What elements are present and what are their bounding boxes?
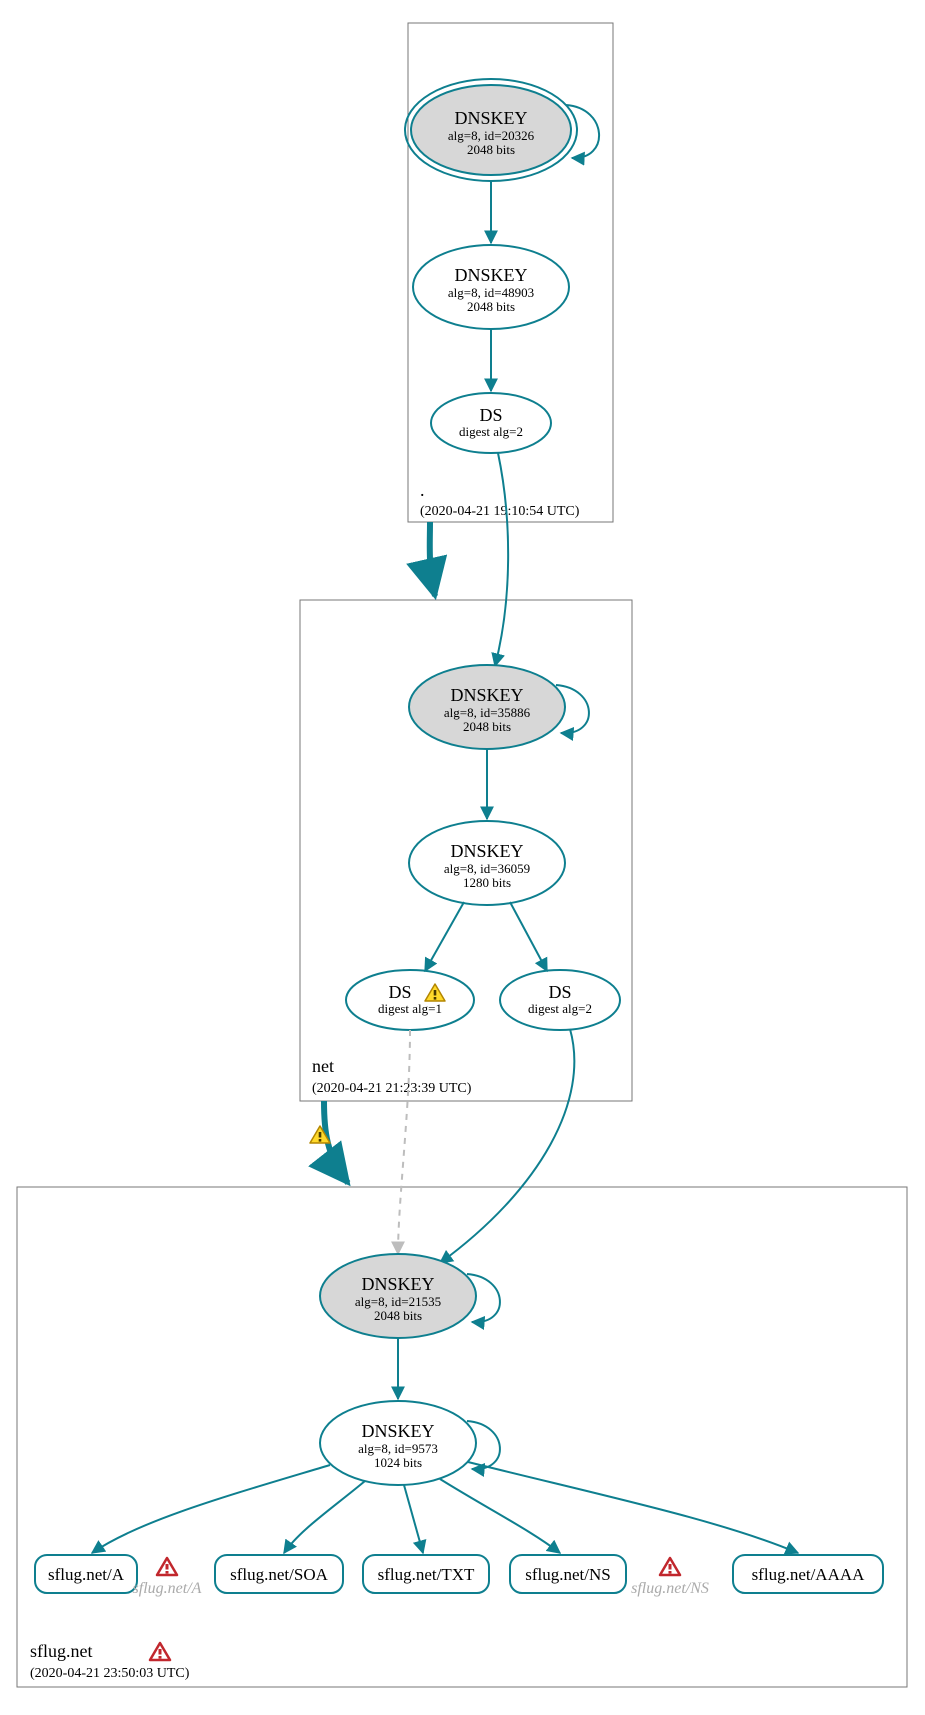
rr-label: sflug.net/SOA <box>230 1565 328 1584</box>
edge-net-zsk-ds1 <box>425 902 464 971</box>
rr-sflug-soa[interactable]: sflug.net/SOA <box>215 1555 343 1593</box>
zone-ts-root: (2020-04-21 19:10:54 UTC) <box>420 504 580 519</box>
edge-root-ds-net-ksk <box>495 453 508 666</box>
node-net-zsk[interactable]: DNSKEY alg=8, id=36059 1280 bits <box>409 821 565 905</box>
edge-zsk-ns <box>440 1479 560 1553</box>
rr-label-faded: sflug.net/NS <box>631 1580 709 1597</box>
zone-ts-sflug: (2020-04-21 23:50:03 UTC) <box>30 1666 190 1681</box>
rr-label: sflug.net/TXT <box>378 1565 475 1584</box>
node-net-ksk[interactable]: DNSKEY alg=8, id=35886 2048 bits <box>409 665 565 749</box>
node-sub: 2048 bits <box>374 1308 422 1323</box>
rr-sflug-a[interactable]: sflug.net/A <box>35 1555 137 1593</box>
edge-net-ds1-sflug-ksk <box>398 1030 410 1254</box>
node-net-ds2[interactable]: DS digest alg=2 <box>500 970 620 1030</box>
node-sub: 2048 bits <box>463 719 511 734</box>
node-title: DNSKEY <box>361 1421 434 1441</box>
delegation-root-net <box>430 522 435 596</box>
node-title: DS <box>388 982 411 1002</box>
error-icon <box>150 1643 170 1660</box>
node-sub: alg=8, id=21535 <box>355 1294 441 1309</box>
node-root-zsk[interactable]: DNSKEY alg=8, id=48903 2048 bits <box>413 245 569 329</box>
edge-net-zsk-ds2 <box>510 902 547 971</box>
error-icon <box>157 1558 177 1575</box>
rr-sflug-a-error[interactable]: sflug.net/A <box>133 1558 202 1597</box>
node-title: DNSKEY <box>454 108 527 128</box>
zone-label-net: net <box>312 1056 334 1076</box>
node-title: DNSKEY <box>450 841 523 861</box>
rr-sflug-aaaa[interactable]: sflug.net/AAAA <box>733 1555 883 1593</box>
node-sub: 2048 bits <box>467 299 515 314</box>
node-title: DNSKEY <box>450 685 523 705</box>
node-root-ksk[interactable]: DNSKEY alg=8, id=20326 2048 bits <box>405 79 577 181</box>
node-title: DS <box>479 405 502 425</box>
node-title: DS <box>548 982 571 1002</box>
node-sub: digest alg=2 <box>459 424 523 439</box>
rr-label: sflug.net/AAAA <box>752 1565 866 1584</box>
rr-label: sflug.net/A <box>48 1565 125 1584</box>
dnssec-diagram: . (2020-04-21 19:10:54 UTC) net (2020-04… <box>0 0 925 1715</box>
edge-zsk-soa <box>284 1481 365 1553</box>
zone-label-sflug: sflug.net <box>30 1641 93 1661</box>
node-root-ds[interactable]: DS digest alg=2 <box>431 393 551 453</box>
edge-zsk-txt <box>404 1485 423 1553</box>
node-sflug-zsk[interactable]: DNSKEY alg=8, id=9573 1024 bits <box>320 1401 476 1485</box>
node-sub: alg=8, id=20326 <box>448 128 535 143</box>
error-icon <box>660 1558 680 1575</box>
rr-sflug-ns[interactable]: sflug.net/NS <box>510 1555 626 1593</box>
node-title: DNSKEY <box>361 1274 434 1294</box>
node-sub: digest alg=1 <box>378 1001 442 1016</box>
rr-label: sflug.net/NS <box>525 1565 610 1584</box>
rr-sflug-txt[interactable]: sflug.net/TXT <box>363 1555 489 1593</box>
node-sub: 1280 bits <box>463 875 511 890</box>
node-title: DNSKEY <box>454 265 527 285</box>
node-sub: alg=8, id=36059 <box>444 861 530 876</box>
zone-label-root: . <box>420 480 425 500</box>
node-sub: alg=8, id=9573 <box>358 1441 438 1456</box>
node-net-ds1[interactable]: DS digest alg=1 <box>346 970 474 1030</box>
node-sub: digest alg=2 <box>528 1001 592 1016</box>
node-sub: alg=8, id=48903 <box>448 285 534 300</box>
zone-ts-net: (2020-04-21 21:23:39 UTC) <box>312 1081 472 1096</box>
rr-label-faded: sflug.net/A <box>133 1580 202 1597</box>
edge-zsk-aaaa <box>468 1462 798 1553</box>
node-sflug-ksk[interactable]: DNSKEY alg=8, id=21535 2048 bits <box>320 1254 476 1338</box>
node-sub: 1024 bits <box>374 1455 422 1470</box>
rr-sflug-ns-error[interactable]: sflug.net/NS <box>631 1558 709 1597</box>
edge-net-ds2-sflug-ksk <box>440 1029 574 1263</box>
node-sub: 2048 bits <box>467 142 515 157</box>
node-sub: alg=8, id=35886 <box>444 705 531 720</box>
